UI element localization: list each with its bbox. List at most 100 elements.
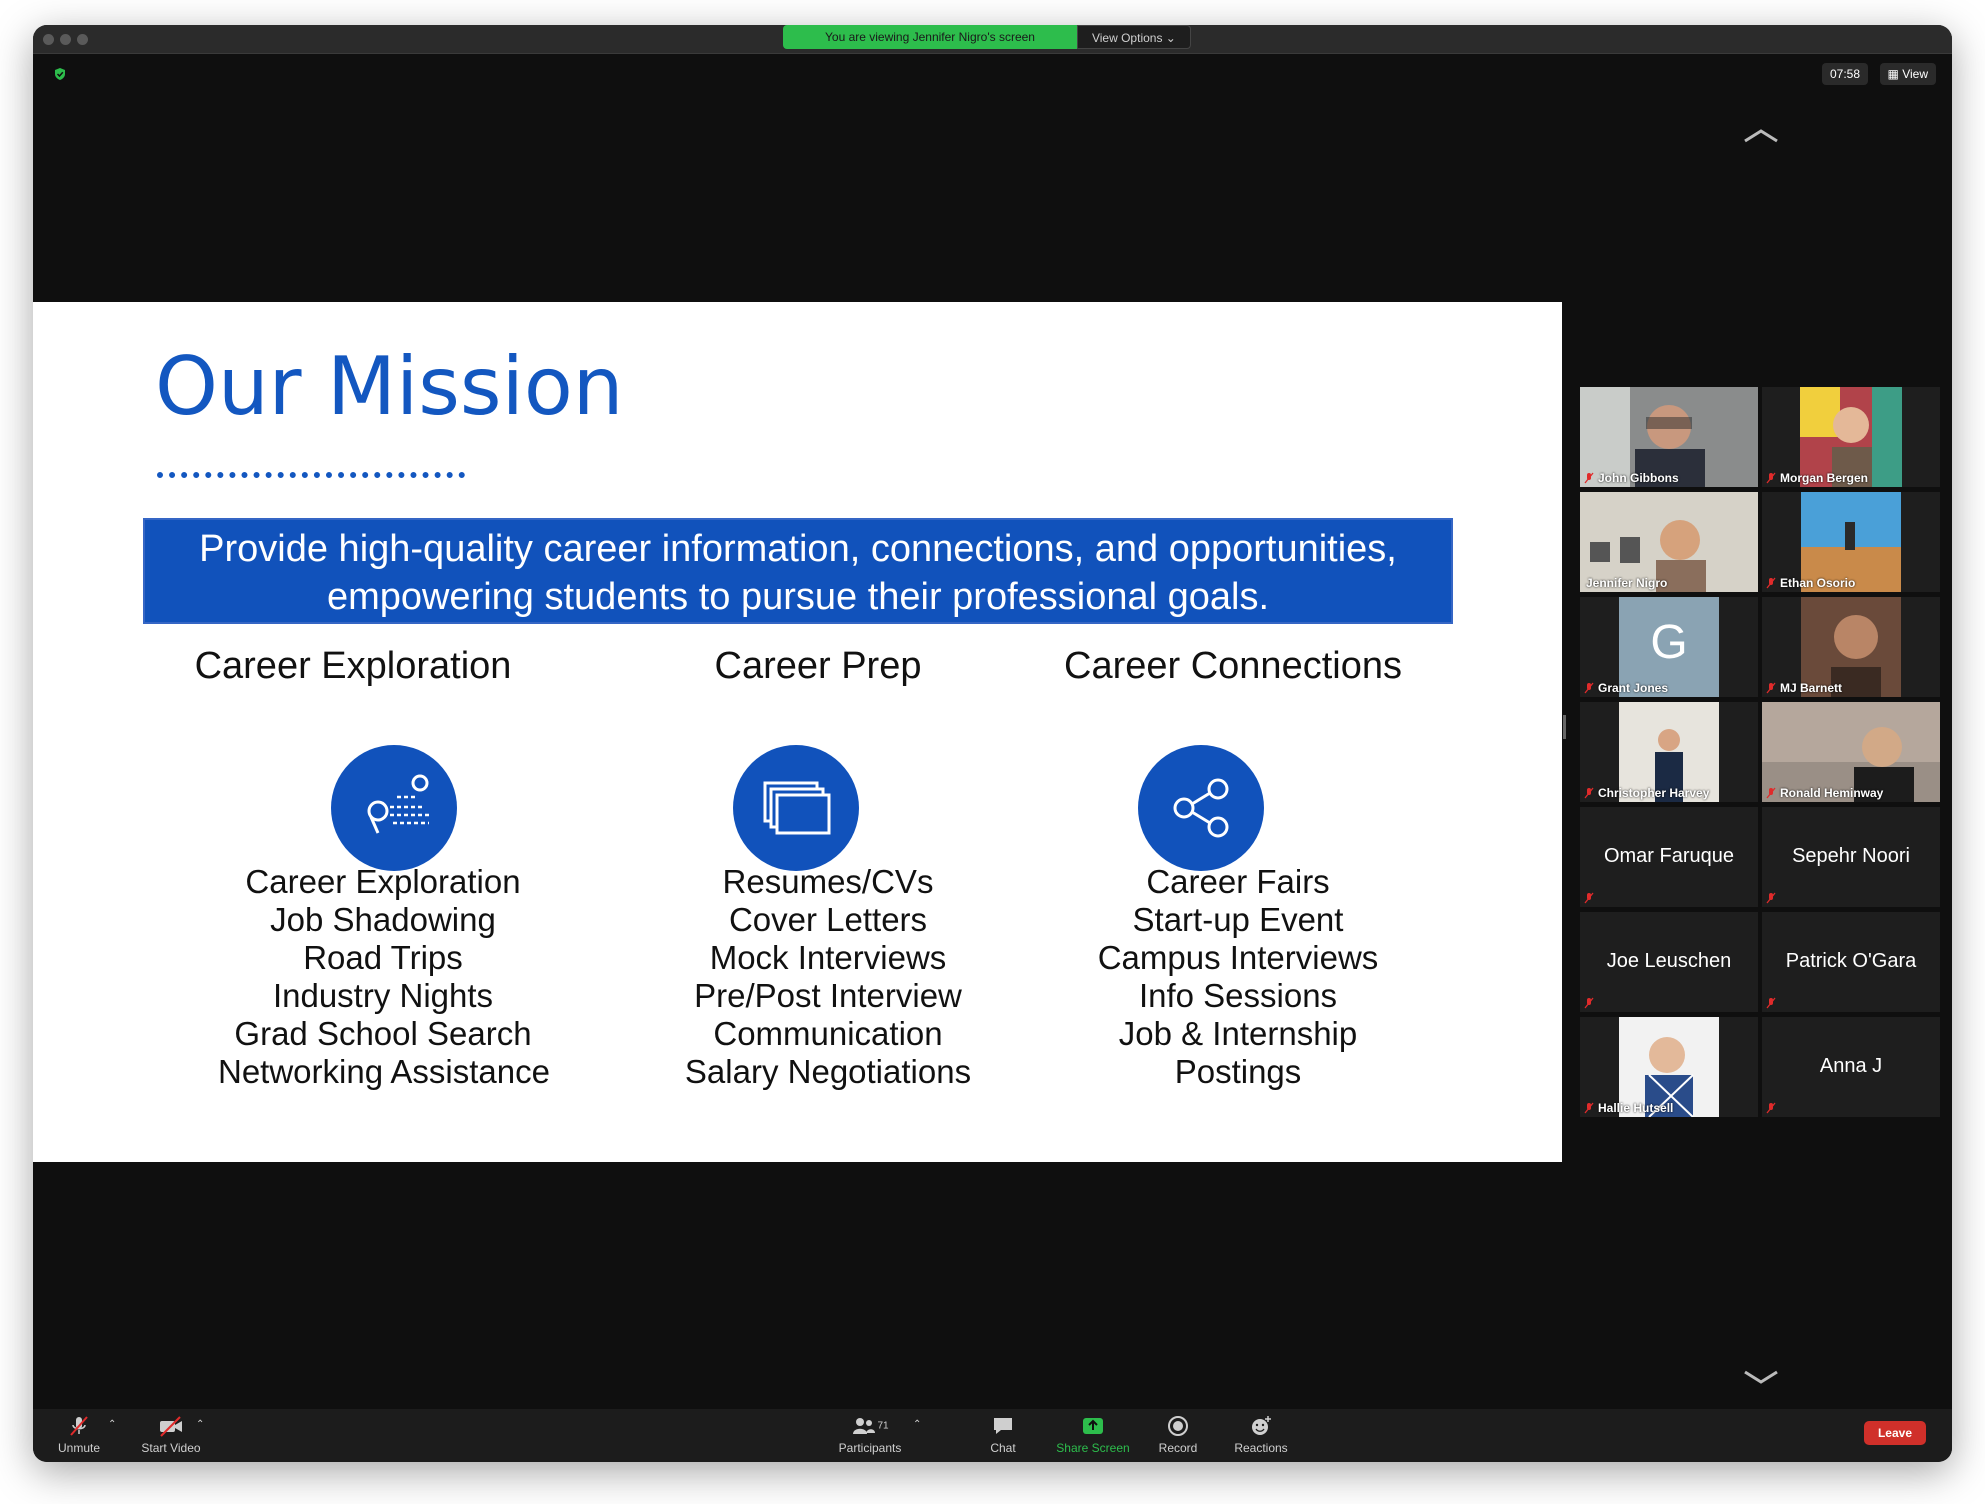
participant-tile[interactable]: Hallie Hutsell: [1580, 1017, 1758, 1117]
unmute-label: Unmute: [57, 1441, 101, 1455]
participant-name: Sepehr Noori: [1792, 845, 1910, 867]
chat-button[interactable]: Chat: [973, 1415, 1033, 1455]
muted-mic-icon: [1766, 997, 1776, 1009]
participant-tile[interactable]: Joe Leuschen: [1580, 912, 1758, 1012]
list-item: Postings: [1174, 1053, 1302, 1090]
list-item: Career Fairs: [1146, 863, 1330, 900]
muted-mic-icon: [1766, 682, 1776, 694]
reactions-emoji-icon: [1252, 1416, 1271, 1435]
list-item: Pre/Post Interview: [694, 977, 962, 1014]
view-button[interactable]: ▦ View: [1879, 63, 1936, 85]
participant-name: Morgan Bergen: [1780, 471, 1869, 485]
record-icon: [1168, 1416, 1188, 1436]
list-item: Cover Letters: [728, 901, 928, 938]
maximize-window-button[interactable]: [77, 34, 88, 45]
participant-tile[interactable]: Ethan Osorio: [1762, 492, 1940, 592]
participant-tile[interactable]: Patrick O'Gara: [1762, 912, 1940, 1012]
list-item: Grad School Search: [234, 1015, 532, 1052]
participant-tile[interactable]: Omar Faruque: [1580, 807, 1758, 907]
chat-label: Chat: [990, 1441, 1016, 1455]
participants-count: 71: [877, 1420, 889, 1432]
participant-tile[interactable]: John Gibbons: [1580, 387, 1758, 487]
avatar-initial: G: [1650, 616, 1688, 669]
participant-name: Christopher Harvey: [1598, 786, 1710, 800]
slide-title: Our Mission: [155, 340, 624, 433]
map-route-icon: [331, 745, 457, 871]
chat-bubble-icon: [994, 1418, 1012, 1434]
record-button[interactable]: Record: [1143, 1415, 1213, 1455]
mission-line-1: Provide high-quality career information,…: [199, 528, 1397, 570]
participants-button[interactable]: 71 Participants: [830, 1415, 910, 1455]
meeting-toolbar: Unmute ⌃ Start Video ⌃ 71 Participants ⌃…: [33, 1409, 1952, 1462]
chevron-down-icon[interactable]: [1741, 1368, 1781, 1388]
list-connections: Career Fairs Start-up Event Campus Inter…: [1073, 863, 1403, 1091]
video-off-icon: [160, 1416, 182, 1437]
muted-mic-icon: [1766, 577, 1776, 589]
share-icon: [1138, 745, 1264, 871]
stacked-windows-icon: [733, 745, 859, 871]
list-item: Mock Interviews: [709, 939, 947, 976]
muted-mic-icon: [1584, 997, 1594, 1009]
dotted-divider: [157, 472, 465, 478]
list-item: Communication: [713, 1015, 943, 1052]
participant-name: Joe Leuschen: [1606, 950, 1732, 972]
zoom-window: You are viewing Jennifer Nigro's screen …: [33, 25, 1952, 1462]
participant-tile[interactable]: Sepehr Noori: [1762, 807, 1940, 907]
list-item: Career Exploration: [245, 863, 521, 900]
close-window-button[interactable]: [43, 34, 54, 45]
muted-mic-icon: [1766, 787, 1776, 799]
share-screen-button[interactable]: Share Screen: [1048, 1415, 1138, 1455]
column-heading-connections: Career Connections: [1064, 645, 1402, 687]
muted-mic-icon: [1766, 1102, 1776, 1114]
participant-name: Jennifer Nigro: [1586, 576, 1668, 590]
participant-tile[interactable]: Christopher Harvey: [1580, 702, 1758, 802]
panel-resize-handle[interactable]: [1563, 715, 1566, 739]
participant-name: MJ Barnett: [1780, 681, 1843, 695]
participant-tile-active-speaker[interactable]: Jennifer Nigro: [1580, 492, 1758, 592]
record-label: Record: [1158, 1441, 1198, 1455]
muted-mic-icon: [1584, 787, 1594, 799]
participant-tile[interactable]: G Grant Jones: [1580, 597, 1758, 697]
reactions-label: Reactions: [1234, 1441, 1288, 1455]
muted-mic-icon: [1584, 1102, 1594, 1114]
participant-name: Hallie Hutsell: [1598, 1101, 1674, 1115]
list-item: Start-up Event: [1132, 901, 1344, 938]
list-item: Road Trips: [303, 939, 463, 976]
chevron-down-icon: ⌄: [1165, 31, 1176, 45]
participant-name: Grant Jones: [1598, 681, 1669, 695]
grid-view-icon: ▦: [1887, 67, 1899, 81]
video-options-caret-icon[interactable]: ⌃: [196, 1419, 204, 1430]
muted-mic-icon: [1766, 472, 1776, 484]
participant-tile[interactable]: Ronald Heminway: [1762, 702, 1940, 802]
view-options-button[interactable]: View Options ⌄: [1076, 25, 1191, 49]
security-shield-icon[interactable]: [53, 67, 67, 81]
minimize-window-button[interactable]: [60, 34, 71, 45]
mission-statement: Provide high-quality career information,…: [143, 518, 1453, 624]
unmute-button[interactable]: Unmute: [49, 1415, 109, 1455]
participants-icon: 71: [830, 1415, 910, 1437]
share-screen-label: Share Screen: [1056, 1441, 1130, 1455]
participant-tile[interactable]: Morgan Bergen: [1762, 387, 1940, 487]
viewing-label: You are viewing Jennifer Nigro's screen: [783, 25, 1077, 49]
muted-mic-icon: [1584, 472, 1594, 484]
chevron-up-icon[interactable]: [1741, 125, 1781, 145]
list-item: Industry Nights: [272, 977, 494, 1014]
view-label: View: [1902, 67, 1928, 81]
meeting-timer: 07:58: [1821, 63, 1868, 85]
leave-button[interactable]: Leave: [1863, 1421, 1926, 1445]
reactions-button[interactable]: Reactions: [1221, 1415, 1301, 1455]
list-item: Resumes/CVs: [722, 863, 934, 900]
column-heading-exploration: Career Exploration: [194, 645, 512, 687]
shared-screen-slide: Our Mission Provide high-quality career …: [33, 302, 1562, 1162]
participant-name: Anna J: [1819, 1055, 1883, 1077]
column-heading-prep: Career Prep: [714, 645, 922, 687]
title-bar: You are viewing Jennifer Nigro's screen …: [33, 25, 1952, 54]
screen-share-banner: You are viewing Jennifer Nigro's screen …: [783, 25, 1191, 49]
list-prep: Resumes/CVs Cover Letters Mock Interview…: [663, 863, 993, 1091]
muted-mic-icon: [1584, 892, 1594, 904]
participant-tile[interactable]: MJ Barnett: [1762, 597, 1940, 697]
list-item: Networking Assistance: [218, 1053, 550, 1090]
audio-options-caret-icon[interactable]: ⌃: [108, 1419, 116, 1430]
participants-options-caret-icon[interactable]: ⌃: [913, 1419, 921, 1430]
participant-tile[interactable]: Anna J: [1762, 1017, 1940, 1117]
